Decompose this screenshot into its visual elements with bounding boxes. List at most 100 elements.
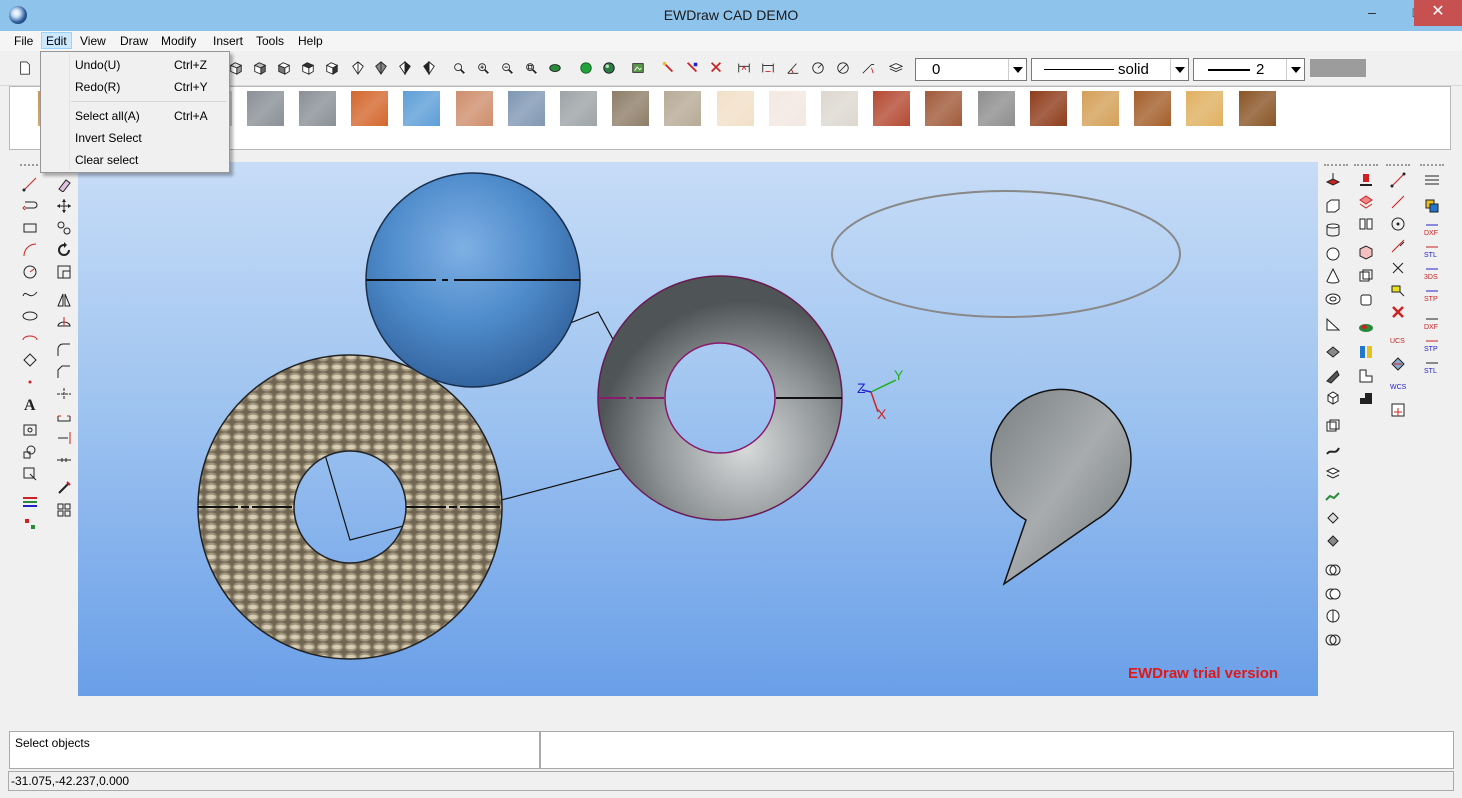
iso-view-1-icon[interactable] [350, 61, 366, 75]
subtract-tool-icon[interactable] [1325, 586, 1341, 602]
iso-view-2-icon[interactable] [373, 61, 389, 75]
section-tool-icon[interactable] [1325, 465, 1341, 481]
layer-manager-icon[interactable] [888, 61, 904, 75]
box-solid-icon[interactable] [1325, 198, 1341, 214]
import-stp-icon[interactable]: STP [1424, 338, 1440, 354]
point-tool-icon[interactable] [22, 374, 38, 390]
material-swatch[interactable] [612, 91, 650, 126]
cylinder-solid-icon[interactable] [1325, 222, 1341, 238]
material-swatch[interactable] [1029, 91, 1067, 126]
intersect-tool-icon[interactable] [1325, 608, 1341, 624]
wedge-solid-icon[interactable] [1325, 316, 1341, 332]
import-stl-icon[interactable]: STL [1424, 360, 1440, 376]
offset-face-icon[interactable] [1358, 268, 1374, 284]
array-tool-icon[interactable] [56, 314, 72, 330]
menu-item-undo[interactable]: Undo(U) Ctrl+Z [41, 54, 229, 74]
solid-box-red-icon[interactable] [1358, 244, 1374, 260]
polyline-tool-icon[interactable] [22, 198, 38, 214]
dimension-leader-icon[interactable] [860, 61, 876, 75]
interference-tool-icon[interactable] [1325, 632, 1341, 648]
erase-tool-icon[interactable] [56, 176, 72, 192]
material-swatch[interactable] [664, 91, 702, 126]
import-dxf-icon[interactable]: DXF [1424, 316, 1440, 332]
menu-view[interactable]: View [76, 33, 110, 50]
export-stl-icon[interactable]: STL [1424, 244, 1440, 260]
minimize-button[interactable]: – [1350, 0, 1394, 26]
chevron-down-icon[interactable] [1286, 59, 1304, 80]
elliptic-arc-tool-icon[interactable] [22, 330, 38, 346]
menu-item-redo[interactable]: Redo(R) Ctrl+Y [41, 76, 229, 96]
pick-endpoint-icon[interactable] [684, 61, 700, 75]
panel-grip[interactable] [1386, 164, 1410, 166]
step-tool-icon[interactable] [1358, 368, 1374, 384]
linetype-select[interactable]: solid [1031, 58, 1189, 81]
ellipse-entity[interactable] [831, 190, 1181, 318]
iso-view-4-icon[interactable] [421, 61, 437, 75]
torus-solid-icon[interactable] [1325, 291, 1341, 307]
properties-icon[interactable] [1424, 172, 1440, 188]
chevron-down-icon[interactable] [1170, 59, 1188, 80]
edit-solid-icon[interactable] [1358, 172, 1374, 188]
color-face-icon[interactable] [1358, 320, 1374, 336]
highlight-icon[interactable] [1390, 282, 1406, 298]
drawing-canvas[interactable]: Y Z X [78, 162, 1318, 696]
extrude-tool-icon[interactable] [1325, 172, 1341, 188]
material-swatch[interactable] [1238, 91, 1276, 126]
dimension-aligned-icon[interactable] [760, 61, 776, 75]
material-swatch[interactable] [1082, 91, 1119, 126]
explode-tool-icon[interactable] [56, 480, 72, 496]
menu-item-invert-select[interactable]: Invert Select [41, 127, 229, 147]
material-swatch[interactable] [821, 91, 858, 126]
join-tool-icon[interactable] [56, 452, 72, 468]
move-face-icon[interactable] [1358, 292, 1374, 308]
break-tool-icon[interactable] [56, 408, 72, 424]
command-input-panel[interactable] [540, 731, 1454, 769]
dimension-angle-icon[interactable] [785, 61, 801, 75]
zoom-window-icon[interactable] [451, 61, 467, 75]
polygon-tool-icon[interactable] [22, 352, 38, 368]
ray-3d-icon[interactable] [1390, 194, 1406, 210]
menu-item-select-all[interactable]: Select all(A) Ctrl+A [41, 105, 229, 125]
line-tool-icon[interactable] [22, 176, 38, 192]
cylinder-sector-entity[interactable] [990, 388, 1132, 586]
xline-icon[interactable] [1390, 238, 1406, 254]
box-view-5-icon[interactable] [324, 61, 340, 75]
gradient-tool-icon[interactable] [22, 516, 38, 532]
menu-item-clear-select[interactable]: Clear select [41, 149, 229, 169]
zoom-in-icon[interactable] [475, 61, 491, 75]
grid-tool-icon[interactable] [56, 502, 72, 518]
union-tool-icon[interactable] [1325, 562, 1341, 578]
export-stp-icon[interactable]: STP [1424, 288, 1440, 304]
copy-tool-icon[interactable] [56, 220, 72, 236]
fillet-edge-icon[interactable] [1325, 533, 1341, 549]
rectangle-tool-icon[interactable] [22, 220, 38, 236]
sweep-tool-icon[interactable] [1325, 368, 1341, 384]
close-button[interactable]: ✕ [1414, 0, 1462, 26]
dimension-linear-icon[interactable] [736, 61, 752, 75]
panel-grip[interactable] [1354, 164, 1378, 166]
rotate-tool-icon[interactable] [56, 242, 72, 258]
material-swatch[interactable] [560, 91, 597, 126]
export-dxf-icon[interactable]: DXF [1424, 222, 1440, 238]
layer-select[interactable]: 0 [915, 58, 1027, 81]
menu-tools[interactable]: Tools [252, 33, 288, 50]
material-swatch[interactable] [1134, 91, 1172, 126]
material-swatch[interactable] [977, 91, 1015, 126]
shade-mode-icon[interactable] [578, 61, 594, 75]
pan-view-icon[interactable] [547, 61, 563, 75]
dimension-radius-icon[interactable] [810, 61, 826, 75]
spline-tool-icon[interactable] [22, 286, 38, 302]
drawing-viewport[interactable]: Y Z X EWDraw trial version [78, 162, 1318, 696]
material-swatch[interactable] [925, 91, 963, 126]
menu-insert[interactable]: Insert [209, 33, 247, 50]
fillet-tool-icon[interactable] [56, 342, 72, 358]
ucs-origin-icon[interactable] [1390, 402, 1406, 418]
wcs-icon[interactable]: WCS [1390, 378, 1406, 394]
text-tool-icon[interactable]: A [22, 396, 38, 412]
menu-modify[interactable]: Modify [157, 33, 200, 50]
material-swatch[interactable] [403, 91, 441, 126]
dimension-diameter-icon[interactable] [835, 61, 851, 75]
lineweight-select[interactable]: 2 [1193, 58, 1305, 81]
chamfer-tool-icon[interactable] [56, 364, 72, 380]
export-3ds-icon[interactable]: 3DS [1424, 266, 1440, 282]
